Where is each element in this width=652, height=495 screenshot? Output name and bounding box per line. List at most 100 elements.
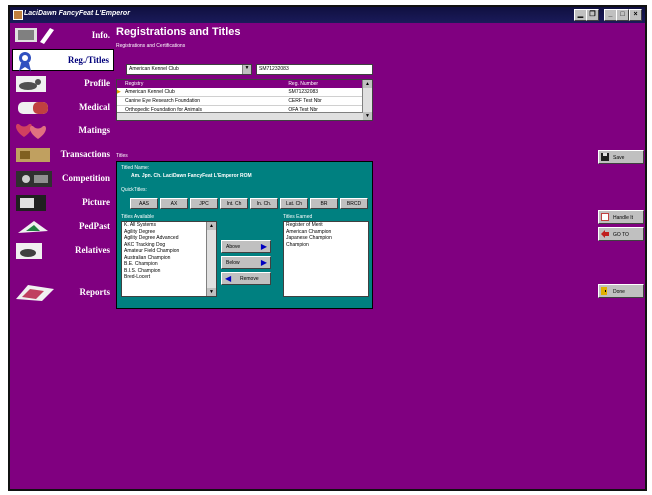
goto-label: GO TO — [613, 232, 629, 238]
restore-button[interactable]: ❐ — [586, 9, 599, 21]
save-label: Save — [613, 155, 625, 161]
sidebar-item-pedpast[interactable]: PedPast — [12, 216, 114, 238]
titles-section-label: Titles — [116, 153, 128, 159]
quick-title-button[interactable]: Lat. Ch — [280, 198, 308, 209]
sidebar-item-label: Picture — [82, 197, 110, 207]
quick-titles-label: QuickTitles: — [121, 187, 147, 193]
dog-profile-icon — [16, 76, 46, 92]
pedigree-icon — [18, 221, 48, 233]
sidebar-item-label: Competition — [62, 173, 110, 183]
close-button[interactable]: × — [629, 9, 642, 21]
sidebar-item-reg-titles[interactable]: Reg./Titles — [12, 49, 114, 71]
table-cell-reg-number[interactable]: SM71232083 — [286, 88, 362, 97]
move-below-label: Below — [226, 260, 240, 266]
scroll-up-arrow-icon[interactable]: ▲ — [363, 80, 372, 88]
arrow-right-icon: ▶ — [260, 242, 267, 251]
remove-title-button[interactable]: ◀ Remove — [221, 272, 271, 285]
column-header-reg-number[interactable]: Reg. Number — [286, 80, 362, 88]
sidebar-item-competition[interactable]: Competition — [12, 168, 114, 190]
app-icon — [13, 10, 23, 20]
transactions-icon — [16, 148, 50, 162]
chevron-down-icon[interactable]: ▼ — [242, 65, 251, 74]
matings-icon — [16, 123, 46, 139]
sidebar-item-label: Reports — [79, 287, 111, 297]
sidebar-item-label: Relatives — [75, 245, 110, 255]
floppy-disk-icon — [601, 153, 609, 161]
table-row[interactable]: Canine Eye Research Foundation CERF Test… — [117, 96, 362, 106]
quick-title-button[interactable]: AX — [160, 198, 188, 209]
quick-title-button[interactable]: JPC — [190, 198, 218, 209]
reports-icon — [16, 285, 54, 301]
registrations-table[interactable]: Registry Reg. Number ▶ American Kennel C… — [116, 79, 373, 121]
done-button[interactable]: Done — [598, 284, 644, 298]
remove-title-label: Remove — [240, 276, 259, 282]
table-row[interactable]: ▶ American Kennel Club SM71232083 — [117, 88, 362, 97]
picture-icon — [16, 195, 46, 211]
column-header-registry[interactable]: Registry — [123, 80, 287, 88]
sidebar-item-medical[interactable]: Medical — [12, 97, 114, 119]
registry-select-value: American Kennel Club — [129, 66, 179, 72]
handle-it-label: Handle It — [613, 215, 634, 221]
dog-info-icon — [15, 28, 54, 44]
sidebar-item-profile[interactable]: Profile — [12, 73, 114, 95]
titles-earned-label: Titles Earned — [283, 214, 313, 220]
page-title: Registrations and Titles — [116, 26, 241, 38]
sidebar-item-label: Medical — [79, 102, 110, 112]
sidebar-item-label: Info. — [91, 30, 110, 40]
sidebar-item-info[interactable]: Info. — [12, 25, 114, 47]
list-item[interactable]: Bred-Locert — [122, 274, 216, 281]
titles-panel: Titled Name: Am. Jpn. Ch. LaciDawn Fancy… — [116, 161, 373, 309]
relatives-icon — [16, 243, 42, 259]
section-subtitle: Registrations and Certifications — [116, 43, 186, 49]
list-item[interactable]: Champion — [284, 242, 368, 249]
sidebar-item-picture[interactable]: Picture — [12, 192, 114, 214]
sidebar-item-label: Matings — [78, 125, 111, 135]
quick-title-button[interactable]: AAS — [130, 198, 158, 209]
table-horizontal-scrollbar[interactable] — [117, 112, 363, 120]
titles-available-label: Titles Available — [121, 214, 155, 220]
scroll-down-arrow-icon[interactable]: ▼ — [363, 112, 372, 120]
registry-select[interactable]: American Kennel Club ▼ — [126, 64, 252, 75]
table-cell-registry[interactable]: Canine Eye Research Foundation — [123, 96, 287, 106]
sidebar-item-reports[interactable]: Reports — [12, 282, 114, 304]
app-window: LaciDawn FancyFeat L'Emperor ▁ ❐ _ □ × I… — [8, 5, 647, 491]
sidebar-item-relatives[interactable]: Relatives — [12, 240, 114, 262]
competition-icon — [16, 171, 52, 187]
move-below-button[interactable]: Below ▶ — [221, 256, 271, 269]
sidebar-item-transactions[interactable]: Transactions — [12, 144, 114, 166]
sidebar-item-matings[interactable]: Matings — [12, 120, 114, 142]
titled-name-label: Titled Name: — [121, 165, 150, 171]
sidebar-item-label: PedPast — [79, 221, 110, 231]
arrow-right-icon: ▶ — [260, 258, 267, 267]
quick-title-button[interactable]: Int. Ch — [220, 198, 248, 209]
doc-maximize-button[interactable]: □ — [616, 9, 629, 21]
scroll-up-arrow-icon[interactable]: ▲ — [207, 222, 216, 230]
medical-icon — [18, 102, 48, 114]
titles-earned-list[interactable]: Register of Merit American Champion Japa… — [283, 221, 369, 297]
sidebar-item-label: Transactions — [60, 149, 110, 159]
window-title: LaciDawn FancyFeat L'Emperor — [24, 10, 130, 17]
done-label: Done — [613, 289, 625, 295]
available-list-scrollbar[interactable]: ▲ ▼ — [206, 222, 216, 296]
reg-number-field[interactable]: SM71232083 — [256, 64, 373, 75]
titled-name-value: Am. Jpn. Ch. LaciDawn FancyFeat L'Empero… — [131, 173, 252, 179]
quick-title-button[interactable]: In. Ch. — [250, 198, 278, 209]
ribbon-icon — [19, 52, 31, 71]
quick-title-button[interactable]: BRCD — [340, 198, 368, 209]
scroll-down-arrow-icon[interactable]: ▼ — [207, 288, 216, 296]
table-cell-registry[interactable]: American Kennel Club — [123, 88, 287, 97]
table-vertical-scrollbar[interactable]: ▲ ▼ — [362, 80, 372, 120]
handle-it-button[interactable]: Handle It — [598, 210, 644, 224]
titles-available-list[interactable]: K. All Systems Agility Degree Agility De… — [121, 221, 217, 297]
move-above-button[interactable]: Above ▶ — [221, 240, 271, 253]
exit-door-icon — [601, 287, 607, 295]
goto-button[interactable]: GO TO — [598, 227, 644, 241]
goto-arrow-icon — [601, 230, 609, 238]
arrow-left-icon: ◀ — [225, 274, 232, 283]
quick-title-button[interactable]: BR — [310, 198, 338, 209]
sidebar-item-label: Reg./Titles — [67, 55, 109, 65]
move-above-label: Above — [226, 244, 241, 250]
save-button[interactable]: Save — [598, 150, 644, 164]
sidebar-item-label: Profile — [84, 78, 110, 88]
table-cell-reg-number[interactable]: CERF Test Nbr — [286, 96, 362, 106]
